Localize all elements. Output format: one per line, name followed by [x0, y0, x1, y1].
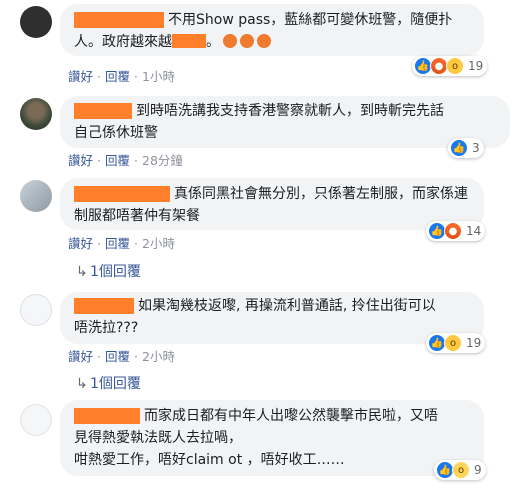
reply-link[interactable]: 回覆: [105, 153, 130, 168]
comment-actions: 讚好 · 回覆 · 2小時: [68, 349, 175, 364]
view-replies-link[interactable]: ↳ 1個回覆: [76, 261, 141, 281]
redacted-name: [74, 103, 132, 119]
like-link[interactable]: 讚好: [68, 236, 93, 251]
timestamp[interactable]: 28分鐘: [142, 153, 183, 168]
timestamp[interactable]: 2小時: [142, 349, 175, 364]
timestamp[interactable]: 2小時: [142, 236, 175, 251]
avatar[interactable]: [20, 98, 52, 130]
angry-emoji-icon: [223, 34, 237, 48]
reaction-count: 19: [466, 336, 482, 350]
comment-text-line: 自己係休班警: [74, 125, 158, 141]
comment-text-line: 如果淘幾枝返嚟, 再操流利普通話, 拎住出街可以: [138, 298, 436, 314]
avatar[interactable]: [20, 294, 52, 326]
comment-text-line: 見得熱愛執法既人去拉喎，: [74, 430, 242, 446]
reactions-summary[interactable]: 👍 o 9: [434, 460, 486, 480]
comment-actions: 讚好 · 回覆 · 28分鐘: [68, 153, 183, 168]
reply-link[interactable]: 回覆: [105, 236, 130, 251]
avatar[interactable]: [20, 180, 52, 212]
reply-arrow-icon: ↳: [76, 264, 88, 280]
like-link[interactable]: 讚好: [68, 349, 93, 364]
like-icon: 👍: [450, 139, 468, 157]
reply-link[interactable]: 回覆: [105, 69, 130, 84]
angry-emoji-icon: [257, 34, 271, 48]
reaction-count: 3: [472, 141, 480, 155]
redacted-name: [74, 408, 140, 424]
like-link[interactable]: 讚好: [68, 69, 93, 84]
comment-text-line: 到時唔洗講我支持香港警察就斬人，到時斬完先話: [136, 103, 444, 119]
avatar[interactable]: [20, 6, 52, 38]
wow-icon: o: [446, 57, 464, 75]
redacted-name: [74, 12, 164, 28]
like-link[interactable]: 讚好: [68, 153, 93, 168]
comment-text-line: 咁熱愛工作，唔好claim ot ，唔好收工……: [74, 452, 345, 468]
timestamp[interactable]: 1小時: [142, 69, 175, 84]
comment-text-line: 而家成日都有中年人出嚟公然襲擊市民啦，又唔: [144, 408, 438, 424]
reactions-summary[interactable]: 👍 ● 14: [426, 221, 486, 241]
reply-arrow-icon: ↳: [76, 376, 88, 392]
reactions-summary[interactable]: 👍 o 19: [426, 333, 486, 353]
reply-link[interactable]: 回覆: [105, 349, 130, 364]
comment-actions: 讚好 · 回覆 · 2小時: [68, 236, 175, 251]
comment-text-line: 制服都唔著仲有架餐: [74, 208, 200, 224]
reaction-count: 19: [468, 59, 484, 73]
wow-icon: o: [444, 334, 462, 352]
comment-text-line: 唔洗拉???: [74, 320, 139, 336]
redacted-name: [74, 298, 134, 314]
comment-text-line: 真係同黑社會無分別，只係著左制服，而家係連: [174, 186, 468, 202]
angry-icon: ●: [444, 222, 462, 240]
redacted-text: [172, 34, 206, 48]
sad-icon: o: [452, 461, 470, 479]
reaction-count: 14: [466, 224, 482, 238]
comment-actions: 讚好 · 回覆 · 1小時: [68, 69, 175, 84]
redacted-name: [74, 186, 170, 202]
angry-emoji-icon: [240, 34, 254, 48]
comment-text-line: 不用Show pass，藍絲都可變休班警，隨便扑: [168, 12, 453, 28]
reaction-count: 9: [474, 463, 482, 477]
avatar[interactable]: [20, 404, 52, 436]
reactions-summary[interactable]: 👍 ● o 19: [412, 56, 488, 76]
comment-text-line: 人。政府越來越。: [74, 32, 271, 52]
view-replies-link[interactable]: ↳ 1個回覆: [76, 373, 141, 393]
reactions-summary[interactable]: 👍 3: [448, 138, 484, 158]
